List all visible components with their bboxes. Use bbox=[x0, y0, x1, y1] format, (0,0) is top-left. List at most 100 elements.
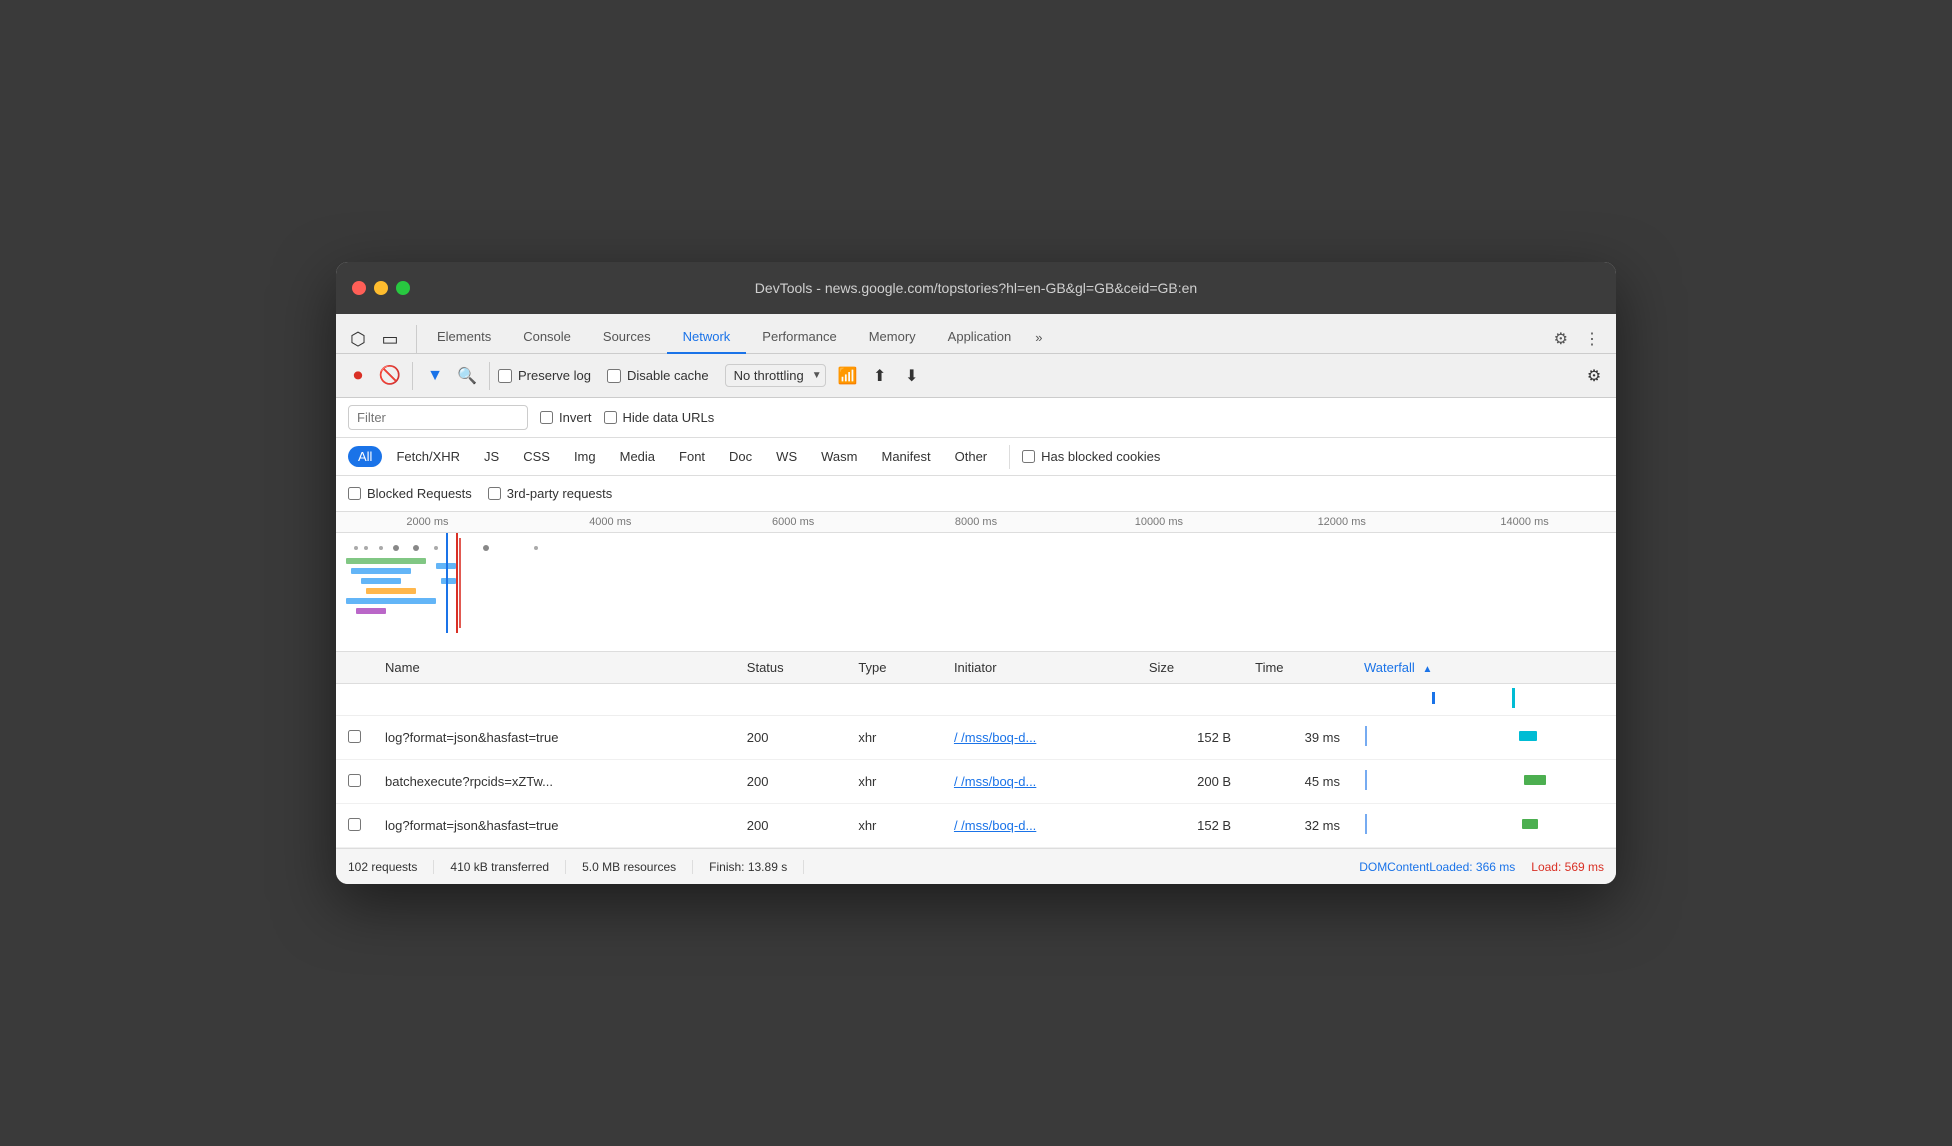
table-row[interactable]: log?format=json&hasfast=true 200 xhr / /… bbox=[336, 804, 1616, 848]
invert-group: Invert bbox=[540, 410, 592, 425]
row-size-1: 152 B bbox=[1137, 716, 1243, 760]
timeline-area: 2000 ms 4000 ms 6000 ms 8000 ms 10000 ms… bbox=[336, 512, 1616, 652]
type-filter-js[interactable]: JS bbox=[474, 446, 509, 467]
row-initiator-2[interactable]: / /mss/boq-d... bbox=[942, 760, 1137, 804]
tab-performance[interactable]: Performance bbox=[746, 321, 852, 354]
timeline-label-2: 6000 ms bbox=[702, 516, 885, 528]
network-toolbar: ⏺ 🚫 ▼ 🔍 Preserve log Disable cache No th… bbox=[336, 354, 1616, 398]
type-filter-bar: All Fetch/XHR JS CSS Img Media Font Doc … bbox=[336, 438, 1616, 476]
minimize-button[interactable] bbox=[374, 281, 388, 295]
th-waterfall[interactable]: Waterfall ▲ bbox=[1352, 652, 1616, 684]
waterfall-bar-svg-1 bbox=[1364, 724, 1604, 748]
hide-data-urls-group: Hide data URLs bbox=[604, 410, 715, 425]
type-filter-other[interactable]: Other bbox=[945, 446, 998, 467]
timeline-label-0: 2000 ms bbox=[336, 516, 519, 528]
import-icon[interactable]: ⬆ bbox=[866, 362, 894, 390]
waterfall-bar-svg-2 bbox=[1364, 768, 1604, 792]
tab-application[interactable]: Application bbox=[932, 321, 1028, 354]
throttle-select[interactable]: No throttling Fast 3G Slow 3G Offline bbox=[725, 364, 826, 387]
blocked-cookies-checkbox[interactable] bbox=[1022, 450, 1035, 463]
requests-table: Name Status Type Initiator Size Time Wat… bbox=[336, 652, 1616, 848]
disable-cache-group: Disable cache bbox=[607, 368, 709, 383]
load-line bbox=[456, 533, 458, 633]
tab-network[interactable]: Network bbox=[667, 321, 747, 354]
network-settings-icon[interactable]: ⚙ bbox=[1580, 362, 1608, 390]
type-filter-manifest[interactable]: Manifest bbox=[871, 446, 940, 467]
devtools-window: DevTools - news.google.com/topstories?hl… bbox=[336, 262, 1616, 884]
close-button[interactable] bbox=[352, 281, 366, 295]
status-resources: 5.0 MB resources bbox=[566, 860, 693, 874]
record-button[interactable]: ⏺ bbox=[344, 362, 372, 390]
type-filter-media[interactable]: Media bbox=[610, 446, 665, 467]
tab-memory[interactable]: Memory bbox=[853, 321, 932, 354]
row-initiator-3[interactable]: / /mss/boq-d... bbox=[942, 804, 1137, 848]
tab-console[interactable]: Console bbox=[507, 321, 587, 354]
tab-sources[interactable]: Sources bbox=[587, 321, 667, 354]
th-name[interactable]: Name bbox=[373, 652, 735, 684]
blocked-requests-checkbox[interactable] bbox=[348, 487, 361, 500]
row-initiator-1[interactable]: / /mss/boq-d... bbox=[942, 716, 1137, 760]
row-size-3: 152 B bbox=[1137, 804, 1243, 848]
type-filter-img[interactable]: Img bbox=[564, 446, 606, 467]
row-size-2: 200 B bbox=[1137, 760, 1243, 804]
timeline-ruler: 2000 ms 4000 ms 6000 ms 8000 ms 10000 ms… bbox=[336, 512, 1616, 533]
th-initiator[interactable]: Initiator bbox=[942, 652, 1137, 684]
type-filter-all[interactable]: All bbox=[348, 446, 382, 467]
row-status-3: 200 bbox=[735, 804, 847, 848]
type-filter-fetch-xhr[interactable]: Fetch/XHR bbox=[386, 446, 470, 467]
invert-label: Invert bbox=[559, 410, 592, 425]
title-bar: DevTools - news.google.com/topstories?hl… bbox=[336, 262, 1616, 314]
third-party-checkbox[interactable] bbox=[488, 487, 501, 500]
row-waterfall-2 bbox=[1352, 760, 1616, 804]
traffic-lights bbox=[352, 281, 410, 295]
row-waterfall-3 bbox=[1352, 804, 1616, 848]
more-tabs-icon[interactable]: » bbox=[1027, 322, 1050, 353]
table-row[interactable]: log?format=json&hasfast=true 200 xhr / /… bbox=[336, 716, 1616, 760]
row-checkbox-1[interactable] bbox=[336, 716, 373, 760]
th-time[interactable]: Time bbox=[1243, 652, 1352, 684]
row-name-2: batchexecute?rpcids=xZTw... bbox=[373, 760, 735, 804]
row-checkbox-2[interactable] bbox=[336, 760, 373, 804]
search-icon[interactable]: 🔍 bbox=[453, 362, 481, 390]
filter-icon[interactable]: ▼ bbox=[421, 362, 449, 390]
blocked-cookies-label: Has blocked cookies bbox=[1041, 449, 1160, 464]
type-filter-ws[interactable]: WS bbox=[766, 446, 807, 467]
type-filter-font[interactable]: Font bbox=[669, 446, 715, 467]
blocked-requests-bar: Blocked Requests 3rd-party requests bbox=[336, 476, 1616, 512]
type-filter-doc[interactable]: Doc bbox=[719, 446, 762, 467]
row-checkbox-3[interactable] bbox=[336, 804, 373, 848]
th-size[interactable]: Size bbox=[1137, 652, 1243, 684]
row-time-3: 32 ms bbox=[1243, 804, 1352, 848]
devtools-menu-icon[interactable]: ⋮ bbox=[1576, 325, 1608, 353]
invert-checkbox[interactable] bbox=[540, 411, 553, 424]
status-transferred: 410 kB transferred bbox=[434, 860, 566, 874]
inspect-icon[interactable]: ⬡ bbox=[344, 325, 372, 353]
device-icon[interactable]: ▭ bbox=[376, 325, 404, 353]
waterfall-marker-row bbox=[1352, 684, 1616, 716]
type-filter-css[interactable]: CSS bbox=[513, 446, 560, 467]
th-status[interactable]: Status bbox=[735, 652, 847, 684]
disable-cache-checkbox[interactable] bbox=[607, 369, 621, 383]
hide-data-urls-checkbox[interactable] bbox=[604, 411, 617, 424]
timeline-chart[interactable] bbox=[336, 533, 1616, 633]
export-icon[interactable]: ⬇ bbox=[898, 362, 926, 390]
type-filter-wasm[interactable]: Wasm bbox=[811, 446, 867, 467]
timeline-label-6: 14000 ms bbox=[1433, 516, 1616, 528]
row-type-2: xhr bbox=[846, 760, 942, 804]
network-conditions-icon[interactable]: 📶 bbox=[834, 362, 862, 390]
clear-button[interactable]: 🚫 bbox=[376, 362, 404, 390]
preserve-log-checkbox[interactable] bbox=[498, 369, 512, 383]
devtools-settings-icon[interactable]: ⚙ bbox=[1546, 325, 1576, 353]
timeline-label-1: 4000 ms bbox=[519, 516, 702, 528]
maximize-button[interactable] bbox=[396, 281, 410, 295]
filter-input[interactable] bbox=[348, 405, 528, 430]
tab-elements[interactable]: Elements bbox=[421, 321, 507, 354]
table-body: log?format=json&hasfast=true 200 xhr / /… bbox=[336, 716, 1616, 848]
network-table: Name Status Type Initiator Size Time Wat… bbox=[336, 652, 1616, 848]
table-row[interactable]: batchexecute?rpcids=xZTw... 200 xhr / /m… bbox=[336, 760, 1616, 804]
timeline-svg bbox=[336, 533, 1616, 633]
preserve-log-group: Preserve log bbox=[498, 368, 591, 383]
sort-arrow-icon: ▲ bbox=[1422, 664, 1432, 675]
row-time-1: 39 ms bbox=[1243, 716, 1352, 760]
th-type[interactable]: Type bbox=[846, 652, 942, 684]
